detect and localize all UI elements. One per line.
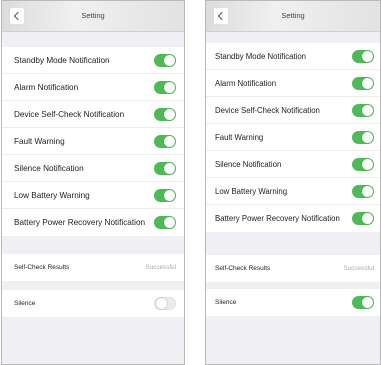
toggle-knob bbox=[164, 217, 175, 228]
low-battery-warning-toggle[interactable] bbox=[154, 188, 176, 202]
battery-recovery-toggle[interactable] bbox=[154, 216, 176, 229]
settings-screen-left: Setting Standby Mode Notification Alarm … bbox=[1, 0, 185, 365]
self-check-value: Successful bbox=[145, 264, 176, 271]
toggle-knob bbox=[164, 162, 175, 174]
self-check-value: Successful bbox=[343, 265, 374, 272]
toggle-knob bbox=[362, 131, 373, 143]
setting-row-fault-warning: Fault Warning bbox=[206, 124, 380, 151]
setting-label: Alarm Notification bbox=[215, 78, 277, 88]
setting-row-self-check: Device Self-Check Notification bbox=[206, 97, 380, 124]
setting-label: Silence Notification bbox=[215, 159, 282, 169]
setting-label: Low Battery Warning bbox=[14, 190, 90, 200]
setting-label: Device Self-Check Notification bbox=[14, 109, 125, 119]
setting-row-low-battery: Low Battery Warning bbox=[2, 182, 184, 209]
fault-warning-toggle[interactable] bbox=[352, 130, 374, 144]
settings-screen-right: Setting Standby Mode Notification Alarm … bbox=[205, 0, 381, 365]
setting-row-self-check: Device Self-Check Notification bbox=[2, 101, 184, 128]
setting-label: Low Battery Warning bbox=[215, 186, 288, 196]
toggle-knob bbox=[362, 213, 373, 224]
nav-header: Setting bbox=[206, 1, 380, 32]
fault-warning-toggle[interactable] bbox=[154, 134, 176, 148]
silence-section: Silence bbox=[206, 289, 380, 316]
toggle-knob bbox=[164, 54, 175, 66]
notification-settings-list: Standby Mode Notification Alarm Notifica… bbox=[2, 47, 184, 236]
toggle-knob bbox=[164, 135, 175, 147]
silence-notification-toggle[interactable] bbox=[154, 161, 176, 175]
setting-row-alarm: Alarm Notification bbox=[206, 70, 380, 97]
toggle-knob bbox=[362, 77, 373, 89]
toggle-knob bbox=[362, 158, 373, 170]
silence-section: Silence bbox=[2, 290, 184, 317]
setting-label: Silence Notification bbox=[14, 163, 84, 173]
toggle-knob bbox=[362, 185, 373, 197]
setting-row-silence-notification: Silence Notification bbox=[2, 155, 184, 182]
alarm-notification-toggle[interactable] bbox=[154, 80, 176, 94]
nav-header: Setting bbox=[2, 1, 184, 32]
setting-row-fault-warning: Fault Warning bbox=[2, 128, 184, 155]
setting-label: Alarm Notification bbox=[14, 82, 79, 92]
self-check-label: Self-Check Results bbox=[14, 264, 70, 271]
toggle-knob bbox=[362, 104, 373, 116]
setting-row-battery-recovery: Battery Power Recovery Notification bbox=[206, 205, 380, 232]
toggle-knob bbox=[362, 50, 373, 62]
silence-row: Silence bbox=[2, 290, 184, 317]
setting-row-standby-mode: Standby Mode Notification bbox=[206, 43, 380, 70]
setting-row-silence-notification: Silence Notification bbox=[206, 151, 380, 178]
notification-settings-list: Standby Mode Notification Alarm Notifica… bbox=[206, 43, 380, 232]
silence-toggle[interactable] bbox=[154, 297, 176, 310]
self-check-results-row[interactable]: Self-Check Results Successful bbox=[206, 255, 380, 282]
setting-label: Fault Warning bbox=[215, 132, 264, 142]
toggle-knob bbox=[362, 297, 373, 308]
silence-toggle[interactable] bbox=[352, 296, 374, 309]
low-battery-warning-toggle[interactable] bbox=[352, 184, 374, 198]
setting-row-low-battery: Low Battery Warning bbox=[206, 178, 380, 205]
page-title: Setting bbox=[281, 11, 305, 20]
self-check-section: Self-Check Results Successful bbox=[206, 255, 380, 282]
self-check-label: Self-Check Results bbox=[215, 265, 271, 272]
toggle-knob bbox=[164, 189, 175, 201]
standby-mode-toggle[interactable] bbox=[352, 49, 374, 63]
silence-label: Silence bbox=[14, 300, 36, 307]
toggle-knob bbox=[156, 298, 167, 309]
toggle-knob bbox=[164, 81, 175, 93]
setting-label: Battery Power Recovery Notification bbox=[215, 214, 340, 223]
page-title: Setting bbox=[81, 11, 105, 20]
self-check-section: Self-Check Results Successful bbox=[2, 254, 184, 281]
silence-row: Silence bbox=[206, 289, 380, 316]
setting-row-standby-mode: Standby Mode Notification bbox=[2, 47, 184, 74]
setting-label: Battery Power Recovery Notification bbox=[14, 218, 146, 227]
setting-label: Device Self-Check Notification bbox=[215, 105, 320, 115]
setting-label: Fault Warning bbox=[14, 136, 65, 146]
setting-row-alarm: Alarm Notification bbox=[2, 74, 184, 101]
battery-recovery-toggle[interactable] bbox=[352, 212, 374, 225]
setting-label: Standby Mode Notification bbox=[14, 55, 110, 65]
self-check-notification-toggle[interactable] bbox=[352, 103, 374, 117]
alarm-notification-toggle[interactable] bbox=[352, 76, 374, 90]
setting-label: Standby Mode Notification bbox=[215, 51, 307, 61]
toggle-knob bbox=[164, 108, 175, 120]
standby-mode-toggle[interactable] bbox=[154, 53, 176, 67]
setting-row-battery-recovery: Battery Power Recovery Notification bbox=[2, 209, 184, 236]
silence-label: Silence bbox=[215, 299, 237, 306]
silence-notification-toggle[interactable] bbox=[352, 157, 374, 171]
self-check-results-row[interactable]: Self-Check Results Successful bbox=[2, 254, 184, 281]
self-check-notification-toggle[interactable] bbox=[154, 107, 176, 121]
